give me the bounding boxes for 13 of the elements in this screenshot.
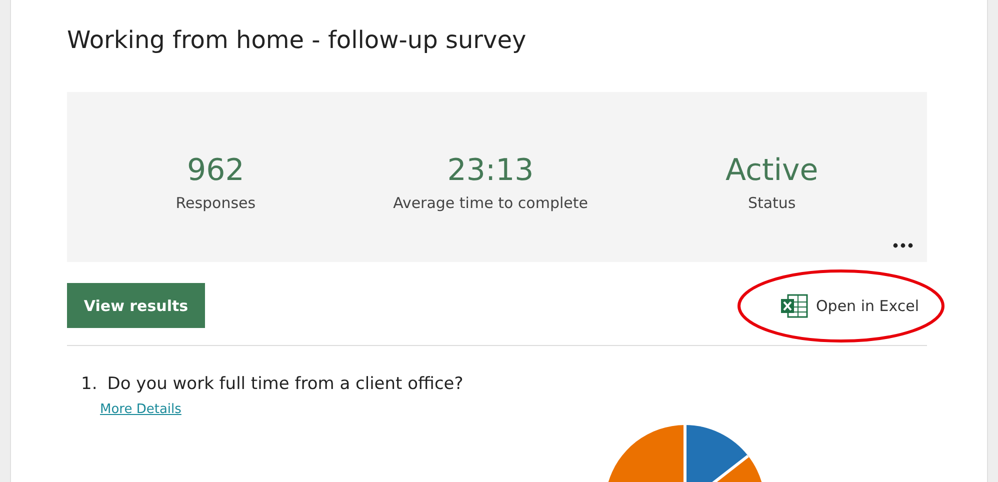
- spreadsheet-icon: [780, 294, 808, 318]
- more-icon[interactable]: [893, 243, 913, 248]
- question-number: 1.: [81, 374, 98, 394]
- stat-label: Status: [748, 194, 796, 212]
- stat-value: 23:13: [447, 152, 534, 188]
- question-text: Do you work full time from a client office?: [107, 374, 464, 394]
- survey-title: Working from home - follow-up survey: [67, 25, 528, 56]
- stat-label: Responses: [176, 194, 256, 212]
- stat-label: Average time to complete: [393, 194, 588, 212]
- stat-value: Active: [725, 152, 818, 188]
- view-results-button[interactable]: View results: [67, 283, 205, 328]
- stat-value: 962: [187, 152, 244, 188]
- more-details-link[interactable]: More Details: [100, 402, 182, 417]
